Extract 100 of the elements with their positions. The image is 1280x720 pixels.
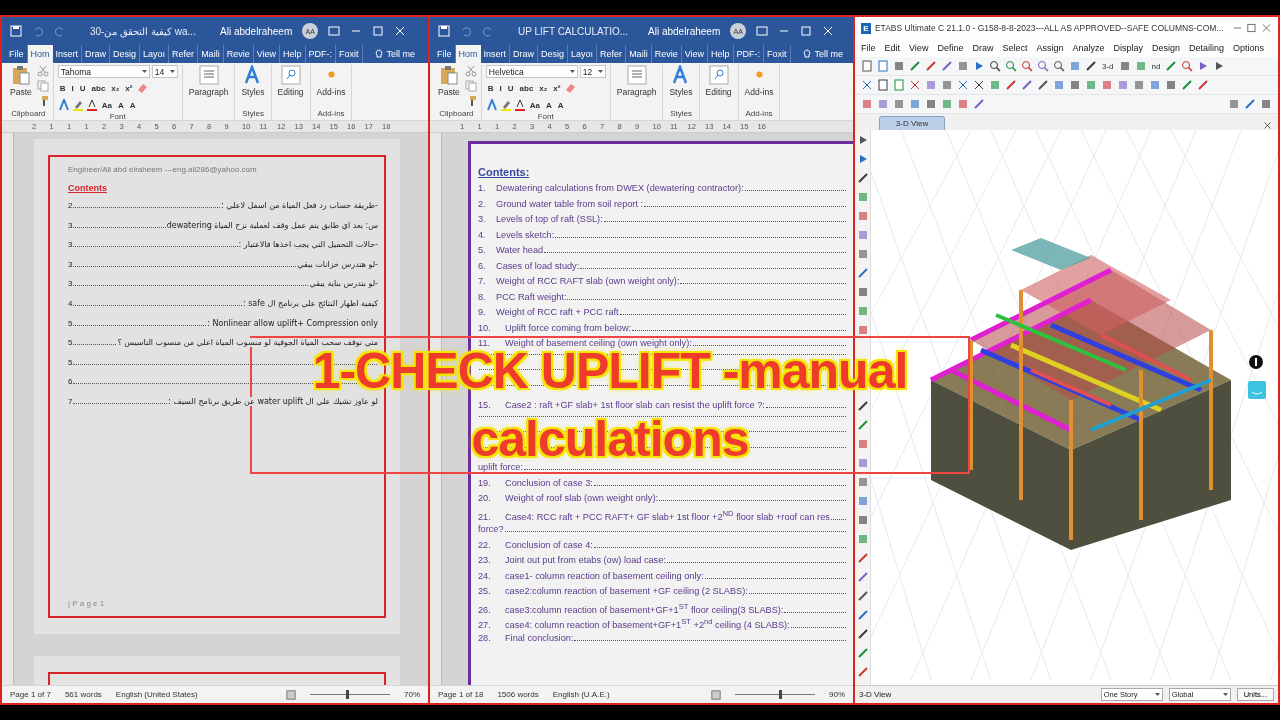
square-icon[interactable] <box>941 79 953 91</box>
pencil-icon[interactable] <box>1197 79 1209 91</box>
zoom-icon[interactable] <box>1037 60 1049 72</box>
maximize-icon[interactable] <box>1246 22 1258 34</box>
square-icon[interactable] <box>925 98 937 110</box>
square-icon[interactable] <box>909 98 921 110</box>
highlighter-icon[interactable] <box>71 99 84 111</box>
square-icon[interactable] <box>1069 79 1081 91</box>
toolbar-button[interactable]: nd <box>1150 61 1162 71</box>
square-icon[interactable] <box>856 229 869 241</box>
format-button[interactable]: I <box>497 81 504 95</box>
pencil-icon[interactable] <box>941 60 953 72</box>
view-tab[interactable]: 3-D View <box>879 116 945 130</box>
pencil-icon[interactable] <box>856 172 869 184</box>
format-button[interactable]: x₂ <box>109 81 122 95</box>
square-icon[interactable] <box>856 514 869 526</box>
square-icon[interactable] <box>856 533 869 545</box>
paragraph-button[interactable]: Paragraph <box>186 65 231 97</box>
paste-button[interactable]: Paste <box>436 65 462 97</box>
save-icon[interactable] <box>10 25 22 37</box>
format-button[interactable]: x² <box>123 81 135 95</box>
print-layout-icon[interactable] <box>286 689 296 700</box>
square-icon[interactable] <box>941 98 953 110</box>
format-button[interactable]: U <box>77 81 88 95</box>
styles-button[interactable]: Styles <box>239 65 267 97</box>
print-layout-icon[interactable] <box>711 689 721 700</box>
paste-button[interactable]: Paste <box>8 65 34 97</box>
pencil-icon[interactable] <box>1021 79 1033 91</box>
square-icon[interactable] <box>957 60 969 72</box>
pencil-icon[interactable] <box>856 552 869 564</box>
menu-item[interactable]: Define <box>937 43 964 53</box>
square-icon[interactable] <box>856 495 869 507</box>
menu-item[interactable]: Display <box>1113 43 1143 53</box>
square-icon[interactable] <box>856 210 869 222</box>
save-icon[interactable] <box>438 25 450 37</box>
text-effects-icon[interactable] <box>485 99 498 111</box>
format-button[interactable]: B <box>485 81 496 95</box>
close-icon[interactable] <box>1263 121 1272 130</box>
format-button[interactable]: B <box>57 81 68 95</box>
square-icon[interactable] <box>893 98 905 110</box>
close-icon[interactable] <box>822 25 835 37</box>
menu-item[interactable]: Edit <box>884 43 901 53</box>
font-size-button[interactable]: A <box>116 98 126 112</box>
cross-icon[interactable] <box>909 79 921 91</box>
format-button[interactable]: I <box>69 81 76 95</box>
page-icon[interactable] <box>877 79 889 91</box>
square-icon[interactable] <box>1165 79 1177 91</box>
format-button[interactable]: x₂ <box>537 81 550 95</box>
styles-button[interactable]: Styles <box>667 65 695 97</box>
change-case-button[interactable]: Aa <box>99 98 114 112</box>
tell-me-search[interactable]: Tell me <box>368 45 422 63</box>
pencil-icon[interactable] <box>973 98 985 110</box>
pencil-icon[interactable] <box>856 267 869 279</box>
pencil-icon[interactable] <box>856 666 869 678</box>
format-button[interactable]: abc <box>89 81 108 95</box>
square-icon[interactable] <box>856 191 869 203</box>
text-effects-icon[interactable] <box>57 99 70 111</box>
change-case-button[interactable]: Aa <box>527 98 542 112</box>
toolbar-button[interactable]: 3-d <box>1101 61 1115 71</box>
cross-icon[interactable] <box>957 79 969 91</box>
square-icon[interactable] <box>1117 79 1129 91</box>
ribbon-tab[interactable]: Hom <box>27 45 53 63</box>
page-icon[interactable] <box>893 79 905 91</box>
pencil-icon[interactable] <box>925 60 937 72</box>
font-color-icon[interactable] <box>85 99 98 111</box>
close-icon[interactable] <box>394 25 407 37</box>
eraser-icon[interactable] <box>564 82 577 94</box>
cross-icon[interactable] <box>861 79 873 91</box>
font-size-button[interactable]: A <box>127 98 138 112</box>
pencil-icon[interactable] <box>1005 79 1017 91</box>
square-icon[interactable] <box>1133 79 1145 91</box>
square-icon[interactable] <box>925 79 937 91</box>
redo-icon[interactable] <box>54 25 66 37</box>
font-size-field[interactable]: 14 <box>151 65 178 78</box>
square-icon[interactable] <box>856 438 869 450</box>
format-button[interactable]: U <box>505 81 516 95</box>
ribbon-tab[interactable]: Hom <box>455 45 481 63</box>
pencil-icon[interactable] <box>1037 79 1049 91</box>
font-size-button[interactable]: A <box>544 98 554 112</box>
play-icon[interactable] <box>973 60 985 72</box>
square-icon[interactable] <box>1228 98 1240 110</box>
square-icon[interactable] <box>1101 79 1113 91</box>
add-ins-button[interactable]: Add-ins <box>742 65 776 97</box>
square-icon[interactable] <box>877 98 889 110</box>
maximize-icon[interactable] <box>800 25 813 37</box>
format-button[interactable]: abc <box>517 81 536 95</box>
format-button[interactable]: x² <box>551 81 563 95</box>
cross-icon[interactable] <box>973 79 985 91</box>
zoom-icon[interactable] <box>989 60 1001 72</box>
font-name-field[interactable]: Tahoma <box>57 65 150 78</box>
square-icon[interactable] <box>1085 79 1097 91</box>
scissors-icon[interactable] <box>464 65 477 77</box>
menu-item[interactable]: Detailing <box>1189 43 1225 53</box>
menu-item[interactable]: Draw <box>972 43 994 53</box>
font-name-field[interactable]: Helvetica <box>485 65 578 78</box>
square-icon[interactable] <box>957 98 969 110</box>
pencil-icon[interactable] <box>856 609 869 621</box>
square-icon[interactable] <box>856 248 869 260</box>
pencil-icon[interactable] <box>856 628 869 640</box>
pencil-icon[interactable] <box>856 571 869 583</box>
